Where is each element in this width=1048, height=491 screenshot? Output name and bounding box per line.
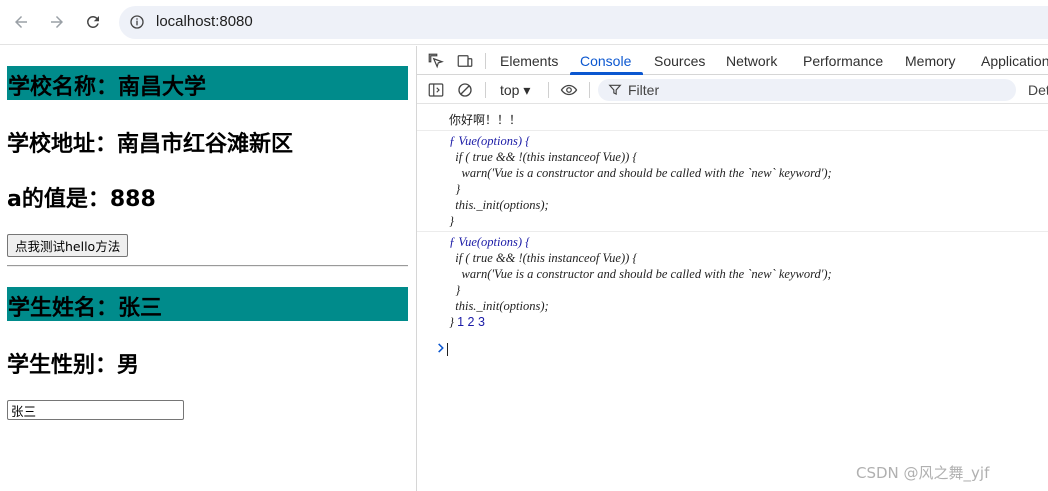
- toolbar-separator: [548, 82, 549, 98]
- trailing-numbers: 1 2 3: [457, 315, 485, 329]
- tab-elements[interactable]: Elements: [500, 53, 558, 69]
- url-text: localhost:8080: [156, 13, 253, 30]
- student-name: 学生姓名：张三: [8, 296, 163, 321]
- tab-separator: [485, 53, 486, 69]
- fn2-line-1: if ( true && !(this instanceof Vue)) {: [449, 251, 638, 265]
- fn1-line-3: }: [449, 182, 461, 196]
- back-button[interactable]: [10, 11, 32, 33]
- inspect-element-icon[interactable]: [427, 52, 445, 70]
- arrow-left-icon: [15, 16, 27, 28]
- school-address: 学校地址：南昌市红谷滩新区: [7, 132, 294, 157]
- watermark: CSDN @风之舞_yjf: [856, 464, 990, 482]
- vue-function-log-2: ƒ Vue(options) { if ( true && !(this ins…: [449, 234, 832, 330]
- a-value: a的值是：888: [7, 187, 156, 212]
- address-bar[interactable]: localhost:8080: [119, 6, 1048, 39]
- divider: [7, 265, 408, 267]
- tab-sources[interactable]: Sources: [654, 53, 705, 69]
- filter-placeholder: Filter: [628, 82, 660, 98]
- greeting-log: 你好啊！！！: [449, 113, 522, 127]
- tab-console[interactable]: Console: [580, 53, 631, 69]
- tab-application[interactable]: Application: [981, 53, 1048, 69]
- student-name-input[interactable]: [7, 400, 184, 420]
- fn1-line-2: warn('Vue is a constructor and should be…: [449, 166, 832, 180]
- vue-function-log: ƒ Vue(options) { if ( true && !(this ins…: [449, 133, 832, 229]
- fn1-line-5: }: [449, 214, 454, 228]
- console-toolbar: top ▾ Filter Det: [417, 76, 1048, 104]
- console-filter-input[interactable]: Filter: [598, 79, 1016, 101]
- toolbar-separator: [589, 82, 590, 98]
- fn2-line-0: ƒ Vue(options) {: [449, 235, 531, 249]
- toolbar-separator: [485, 82, 486, 98]
- active-tab-indicator: [570, 72, 643, 75]
- browser-toolbar: localhost:8080: [0, 0, 1048, 45]
- context-selector[interactable]: top ▾: [500, 82, 530, 99]
- fn2-line-3: }: [449, 283, 461, 297]
- tab-memory[interactable]: Memory: [905, 53, 956, 69]
- filter-icon: [608, 84, 622, 96]
- school-name-bar: 学校名称：南昌大学: [7, 66, 408, 100]
- devtools-tabbar: Elements Console Sources Network Perform…: [417, 46, 1048, 75]
- fn1-line-1: if ( true && !(this instanceof Vue)) {: [449, 150, 638, 164]
- info-icon[interactable]: [129, 14, 145, 30]
- console-message: 你好啊！！！: [417, 105, 1048, 131]
- arrow-right-icon: [51, 16, 63, 28]
- console-input-caret[interactable]: [447, 343, 448, 356]
- student-name-bar: 学生姓名：张三: [7, 287, 408, 321]
- chevron-down-icon: ▾: [523, 82, 531, 98]
- log-levels-dropdown[interactable]: Det: [1028, 82, 1048, 98]
- tab-performance[interactable]: Performance: [803, 53, 883, 69]
- reload-button[interactable]: [82, 11, 104, 33]
- console-prompt-chevron-icon: [438, 343, 444, 353]
- clear-console-icon[interactable]: [456, 81, 474, 99]
- sidebar-toggle-icon[interactable]: [427, 81, 445, 99]
- live-expression-eye-icon[interactable]: [558, 81, 580, 99]
- devtools-panel: Elements Console Sources Network Perform…: [416, 46, 1048, 491]
- console-message: ƒ Vue(options) { if ( true && !(this ins…: [417, 232, 1048, 330]
- hello-button[interactable]: 点我测试hello方法: [7, 234, 129, 257]
- fn2-line-4: this._init(options);: [449, 299, 549, 313]
- fn1-line-0: ƒ Vue(options) {: [449, 134, 531, 148]
- fn2-line-5: }: [449, 315, 454, 329]
- forward-button[interactable]: [46, 11, 68, 33]
- fn2-line-2: warn('Vue is a constructor and should be…: [449, 267, 832, 281]
- school-name: 学校名称：南昌大学: [8, 75, 207, 100]
- context-label: top: [500, 82, 520, 98]
- reload-icon: [87, 15, 99, 28]
- fn1-line-4: this._init(options);: [449, 198, 549, 212]
- console-message: ƒ Vue(options) { if ( true && !(this ins…: [417, 131, 1048, 232]
- page-viewport: 学校名称：南昌大学 学校地址：南昌市红谷滩新区 a的值是：888 点我测试hel…: [0, 46, 416, 491]
- student-gender: 学生性别：男: [7, 353, 140, 378]
- tab-network[interactable]: Network: [726, 53, 777, 69]
- device-toolbar-icon[interactable]: [456, 52, 474, 70]
